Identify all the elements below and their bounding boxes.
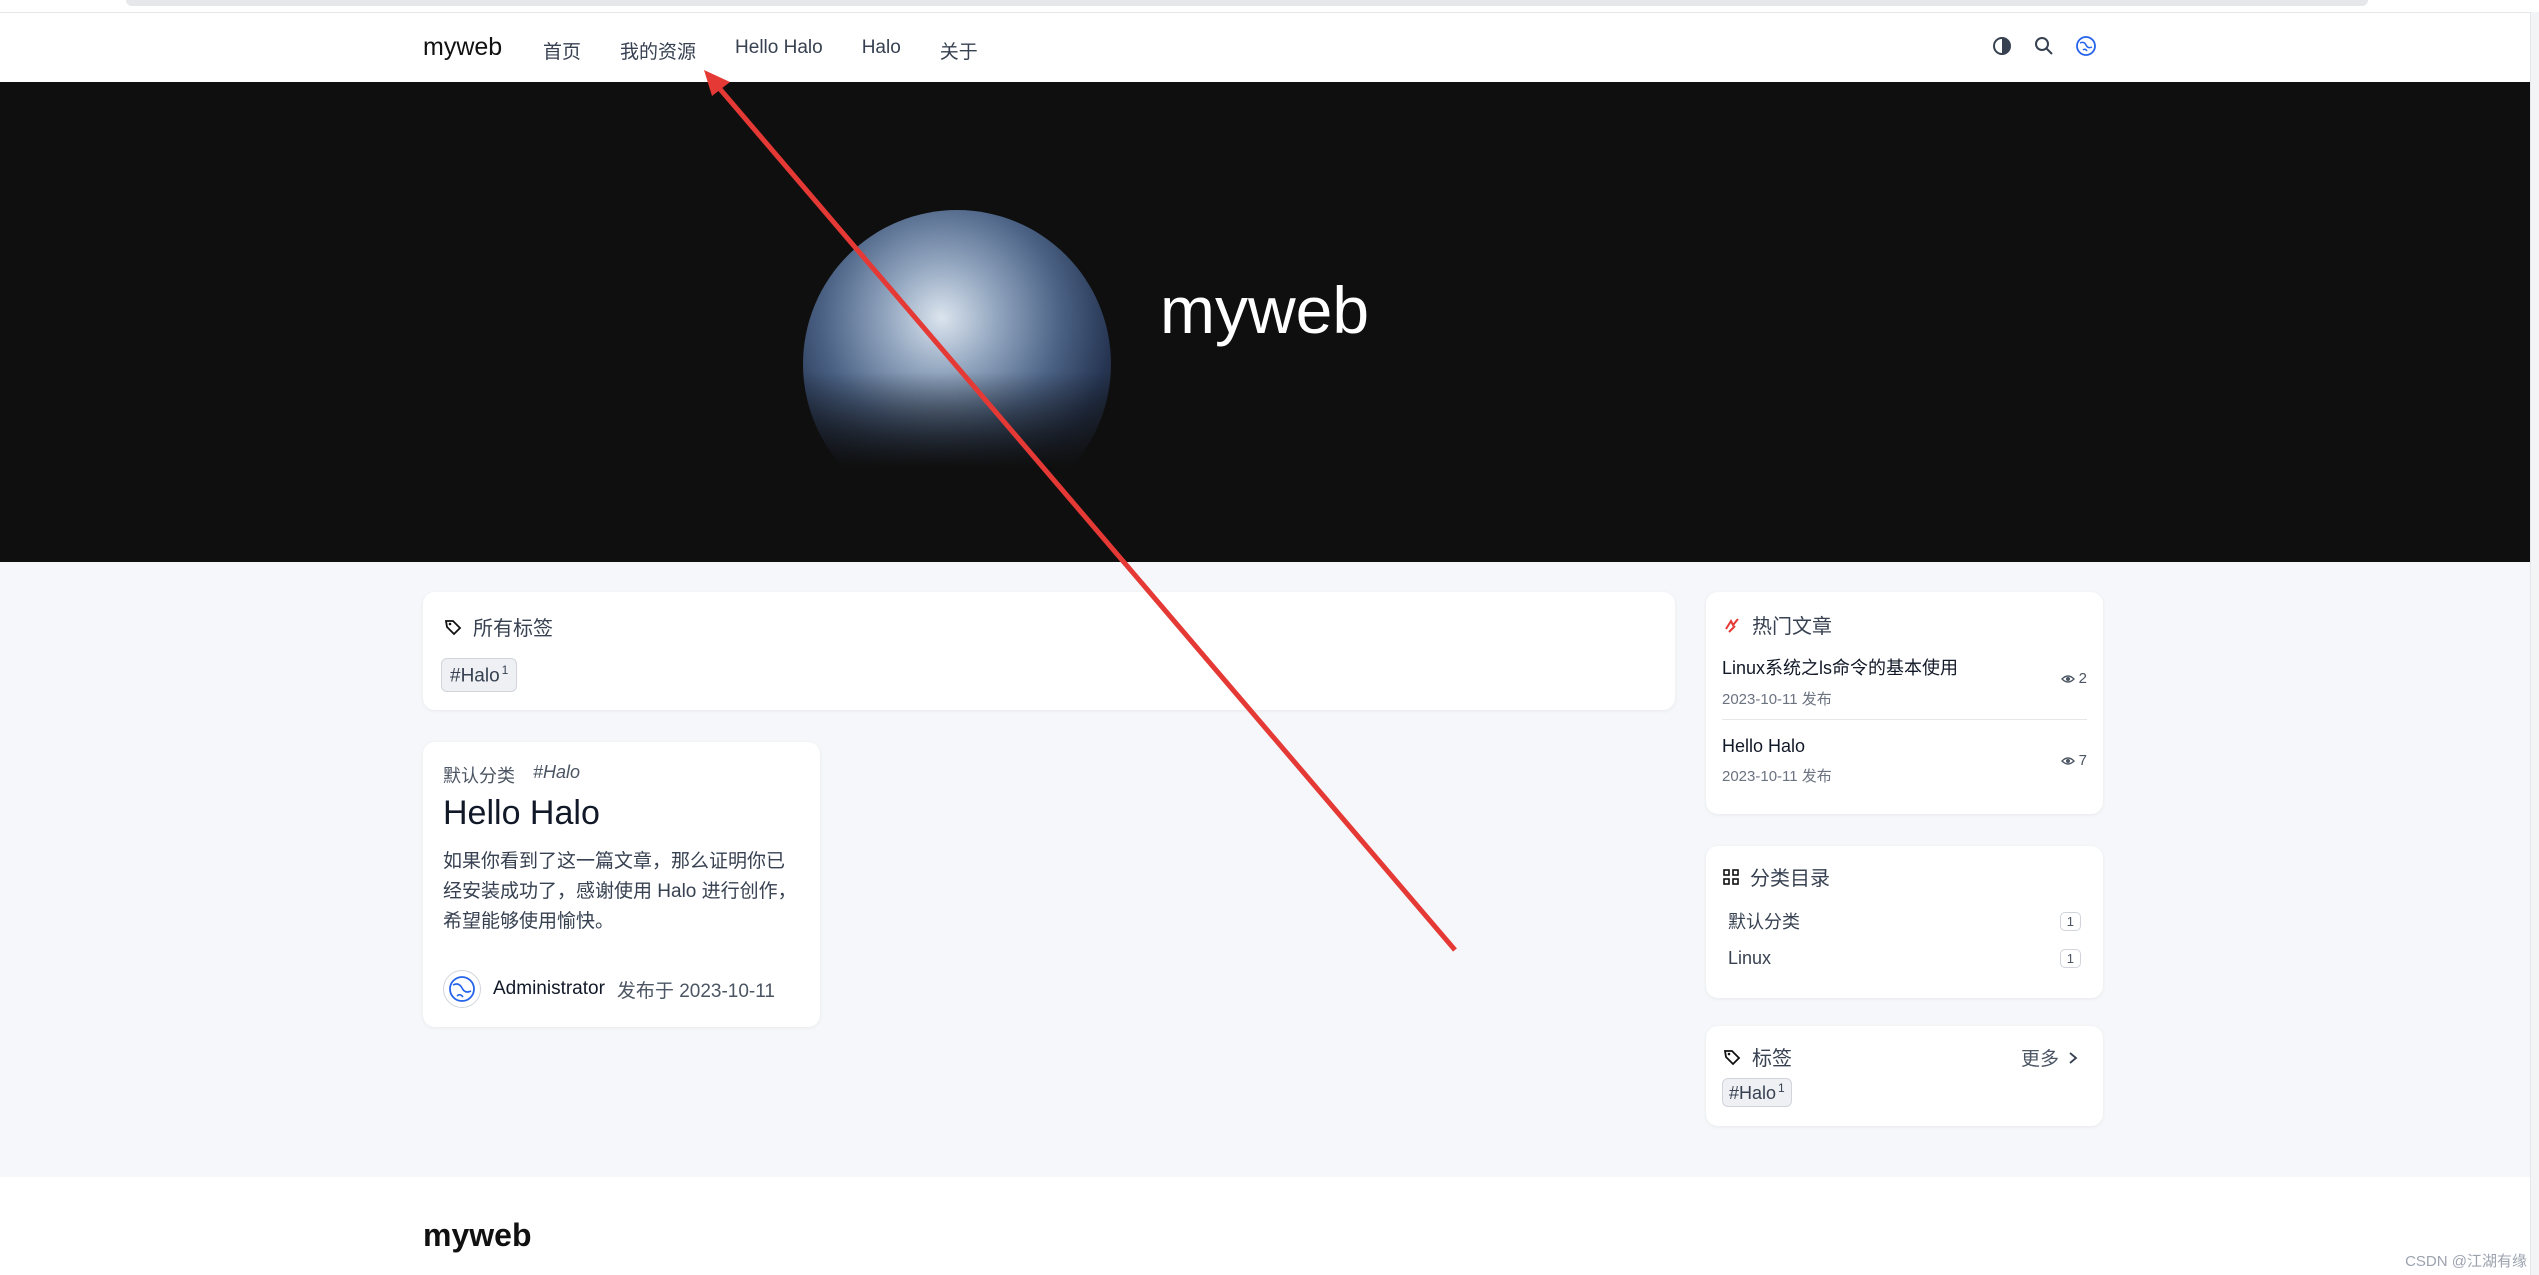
category-name[interactable]: 默认分类 bbox=[1728, 908, 1800, 934]
nav-icons bbox=[1991, 35, 2097, 57]
tag-chip-count: 1 bbox=[501, 663, 509, 677]
tag-chip-label: #Halo bbox=[450, 665, 500, 687]
category-count: 1 bbox=[2059, 911, 2081, 931]
tags-card: 标签 更多 #Halo 1 bbox=[1706, 1026, 2103, 1126]
main-content: 所有标签 #Halo 1 默认分类 #Halo Hello Halo 如果你看到了… bbox=[0, 562, 2539, 1177]
nav-link-about[interactable]: 关于 bbox=[940, 37, 978, 64]
grid-icon bbox=[1723, 868, 1739, 885]
hot-posts-card: 热门文章 Linux系统之ls命令的基本使用 2023-10-11 发布 2 H… bbox=[1706, 592, 2103, 814]
post-author[interactable]: Administrator bbox=[493, 978, 605, 1000]
nav-link-resources[interactable]: 我的资源 bbox=[620, 37, 696, 64]
all-tags-card: 所有标签 #Halo 1 bbox=[423, 592, 1675, 710]
tags-header: 标签 bbox=[1722, 1042, 1792, 1071]
post-title[interactable]: Hello Halo bbox=[443, 794, 600, 833]
footer-brand[interactable]: myweb bbox=[423, 1217, 531, 1254]
hero-banner: myweb bbox=[0, 82, 2539, 562]
category-item[interactable]: 默认分类 1 bbox=[1728, 908, 2081, 934]
tag-chip-halo[interactable]: #Halo 1 bbox=[441, 658, 518, 693]
page-scrollbar[interactable] bbox=[2530, 12, 2539, 1275]
nav-link-home[interactable]: 首页 bbox=[543, 37, 581, 64]
post-excerpt: 如果你看到了这一篇文章，那么证明你已经安装成功了，感谢使用 Halo 进行创作，… bbox=[443, 851, 797, 932]
tags-title: 标签 bbox=[1752, 1048, 1792, 1070]
tags-more-label: 更多 bbox=[2020, 1049, 2059, 1070]
post-tag[interactable]: #Halo bbox=[533, 762, 580, 788]
tag-icon bbox=[1723, 1049, 1741, 1065]
browser-top-strip bbox=[0, 0, 2539, 12]
categories-header: 分类目录 bbox=[1722, 862, 1830, 891]
navbar: myweb 首页 我的资源 Hello Halo Halo 关于 bbox=[0, 12, 2539, 83]
hot-post-date: 2023-10-11 发布 bbox=[1722, 691, 1832, 708]
theme-toggle-icon[interactable] bbox=[1991, 35, 2013, 57]
hot-post-title[interactable]: Hello Halo bbox=[1722, 736, 2087, 757]
post-author-row: Administrator 发布于 2023-10-11 bbox=[443, 970, 775, 1008]
nav-link-halo[interactable]: Halo bbox=[862, 37, 901, 64]
footer: myweb bbox=[0, 1177, 2539, 1275]
tag-chip-label: #Halo bbox=[1729, 1083, 1777, 1103]
category-count: 1 bbox=[2059, 949, 2081, 968]
eye-icon bbox=[2060, 674, 2075, 683]
hot-post-item[interactable]: Hello Halo 2023-10-11 发布 7 bbox=[1722, 736, 2087, 786]
post-meta: 默认分类 #Halo bbox=[443, 762, 580, 788]
earth-image-fade bbox=[780, 372, 1140, 532]
nav-links: 首页 我的资源 Hello Halo Halo 关于 bbox=[543, 37, 1017, 64]
hot-post-item[interactable]: Linux系统之ls命令的基本使用 2023-10-11 发布 2 bbox=[1722, 654, 2087, 720]
search-icon[interactable] bbox=[2033, 35, 2055, 57]
post-date: 发布于 2023-10-11 bbox=[616, 980, 775, 1002]
fire-icon bbox=[1725, 617, 1739, 633]
categories-card: 分类目录 默认分类 1 Linux 1 bbox=[1706, 846, 2103, 998]
hot-post-title[interactable]: Linux系统之ls命令的基本使用 bbox=[1722, 654, 2087, 680]
hot-post-views-count: 2 bbox=[2078, 670, 2087, 687]
post-category[interactable]: 默认分类 bbox=[443, 762, 515, 788]
chevron-right-icon bbox=[2069, 1051, 2078, 1064]
address-bar-edge bbox=[126, 0, 2368, 6]
hot-post-views: 7 bbox=[2060, 752, 2087, 769]
site-brand[interactable]: myweb bbox=[423, 33, 502, 62]
tags-more-link[interactable]: 更多 bbox=[2021, 1044, 2079, 1071]
all-tags-title: 所有标签 bbox=[473, 618, 553, 640]
post-card[interactable]: 默认分类 #Halo Hello Halo 如果你看到了这一篇文章，那么证明你已… bbox=[423, 742, 820, 1027]
hot-post-views: 2 bbox=[2060, 670, 2087, 687]
hot-post-views-count: 7 bbox=[2078, 752, 2087, 769]
globe-icon[interactable] bbox=[2075, 35, 2097, 57]
tag-icon bbox=[444, 619, 462, 635]
category-item[interactable]: Linux 1 bbox=[1728, 948, 2081, 969]
avatar[interactable] bbox=[443, 970, 481, 1008]
all-tags-header: 所有标签 bbox=[443, 612, 553, 641]
category-name[interactable]: Linux bbox=[1728, 948, 1771, 969]
hot-post-date: 2023-10-11 发布 bbox=[1722, 768, 1832, 785]
eye-icon bbox=[2060, 756, 2075, 765]
hot-posts-title: 热门文章 bbox=[1752, 616, 1832, 638]
hero-title: myweb bbox=[1160, 273, 1370, 347]
watermark: CSDN @江湖有缘 bbox=[2405, 1253, 2527, 1270]
tag-chip-count: 1 bbox=[1778, 1081, 1785, 1095]
nav-link-hello-halo[interactable]: Hello Halo bbox=[735, 37, 823, 64]
categories-title: 分类目录 bbox=[1750, 868, 1830, 890]
tag-chip-halo[interactable]: #Halo 1 bbox=[1722, 1078, 1792, 1107]
hot-posts-header: 热门文章 bbox=[1722, 610, 1832, 639]
